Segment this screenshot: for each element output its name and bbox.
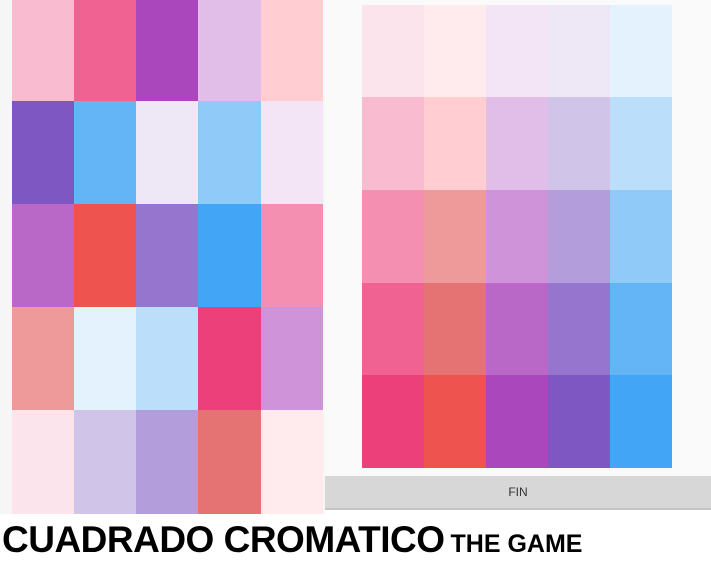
player-board-cell-1-3[interactable] — [136, 0, 198, 101]
player-board-cell-2-1[interactable] — [12, 101, 74, 204]
target-board-cell-4-2 — [424, 283, 486, 375]
game-title: CUADRADO CROMATICO THE GAME — [2, 519, 707, 560]
player-board-cell-5-4[interactable] — [198, 410, 261, 514]
player-board-cell-3-5[interactable] — [261, 204, 323, 307]
target-board-panel — [325, 0, 711, 476]
target-board-cell-2-5 — [610, 97, 672, 190]
target-board-cell-2-1 — [362, 97, 424, 190]
player-board-cell-1-1[interactable] — [12, 0, 74, 101]
fin-button[interactable]: FIN — [325, 476, 711, 510]
target-board-cell-2-3 — [486, 97, 548, 190]
target-board-cell-3-1 — [362, 190, 424, 283]
fin-button-label: FIN — [508, 485, 528, 499]
player-board-cell-4-1[interactable] — [12, 307, 74, 410]
player-board-cell-4-5[interactable] — [261, 307, 323, 410]
target-board-cell-4-3 — [486, 283, 548, 375]
target-board-cell-2-2 — [424, 97, 486, 190]
target-board-cell-1-1 — [362, 5, 424, 97]
player-board-cell-4-3[interactable] — [136, 307, 198, 410]
target-board-cell-1-5 — [610, 5, 672, 97]
player-board-cell-5-1[interactable] — [12, 410, 74, 514]
player-board-cell-5-5[interactable] — [261, 410, 323, 514]
player-board-cell-5-3[interactable] — [136, 410, 198, 514]
player-board-panel — [0, 0, 325, 514]
player-board-cell-4-2[interactable] — [74, 307, 136, 410]
target-board-cell-1-3 — [486, 5, 548, 97]
target-board-cell-1-2 — [424, 5, 486, 97]
player-board-cell-1-2[interactable] — [74, 0, 136, 101]
target-board-cell-2-4 — [548, 97, 610, 190]
player-board-cell-2-2[interactable] — [74, 101, 136, 204]
target-board-cell-3-2 — [424, 190, 486, 283]
player-board-cell-1-5[interactable] — [261, 0, 323, 101]
game-title-sub: THE GAME — [450, 530, 583, 558]
player-board — [12, 0, 323, 514]
target-board-cell-4-5 — [610, 283, 672, 375]
player-board-cell-4-4[interactable] — [198, 307, 261, 410]
target-board-cell-4-1 — [362, 283, 424, 375]
target-board-cell-3-5 — [610, 190, 672, 283]
player-board-cell-3-4[interactable] — [198, 204, 261, 307]
player-board-cell-2-5[interactable] — [261, 101, 323, 204]
target-board-cell-5-3 — [486, 375, 548, 468]
player-board-cell-2-4[interactable] — [198, 101, 261, 204]
target-board-cell-3-4 — [548, 190, 610, 283]
target-board-cell-1-4 — [548, 5, 610, 97]
target-board-cell-3-3 — [486, 190, 548, 283]
target-board-cell-4-4 — [548, 283, 610, 375]
player-board-cell-3-1[interactable] — [12, 204, 74, 307]
player-board-cell-3-3[interactable] — [136, 204, 198, 307]
player-board-cell-2-3[interactable] — [136, 101, 198, 204]
player-board-cell-1-4[interactable] — [198, 0, 261, 101]
target-board-cell-5-1 — [362, 375, 424, 468]
player-board-cell-3-2[interactable] — [74, 204, 136, 307]
target-board-cell-5-4 — [548, 375, 610, 468]
game-title-main: CUADRADO CROMATICO — [2, 519, 445, 560]
target-board-cell-5-2 — [424, 375, 486, 468]
target-board — [362, 5, 672, 468]
player-board-cell-5-2[interactable] — [74, 410, 136, 514]
target-board-cell-5-5 — [610, 375, 672, 468]
